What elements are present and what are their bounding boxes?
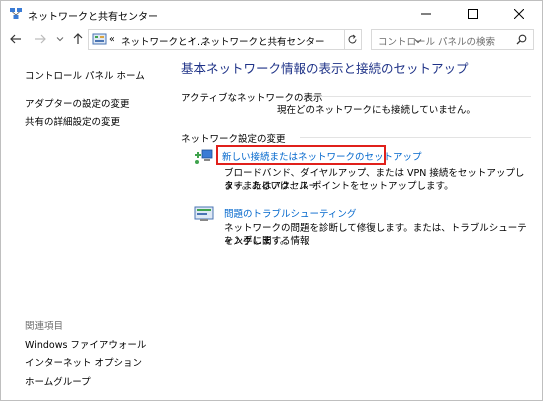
related-items-heading: 関連項目 [25, 321, 64, 332]
network-center-icon [9, 7, 23, 21]
new-connection-link[interactable]: 新しい接続またはネットワークのセットアップ [222, 149, 422, 163]
refresh-icon [348, 34, 357, 44]
section-divider [320, 96, 531, 97]
address-bar[interactable]: « ネットワークとイ... › ネットワークと共有センター [88, 29, 422, 50]
troubleshoot-icon [194, 205, 214, 223]
change-settings-heading: ネットワーク設定の変更 [181, 134, 286, 145]
up-arrow-icon [73, 33, 83, 44]
minimize-button[interactable] [403, 1, 449, 27]
up-button[interactable] [71, 32, 85, 46]
breadcrumb-overflow[interactable]: « [109, 34, 115, 45]
chevron-down-icon [56, 37, 64, 42]
troubleshoot-link[interactable]: 問題のトラブルシューティング [224, 206, 356, 220]
forward-arrow-icon [35, 34, 46, 44]
breadcrumb-network-sharing-center[interactable]: ネットワークと共有センター [201, 34, 325, 48]
page-title: 基本ネットワーク情報の表示と接続のセットアップ [181, 61, 469, 76]
close-button[interactable] [496, 1, 542, 27]
recent-locations-button[interactable] [53, 32, 67, 46]
new-connection-icon [194, 147, 214, 165]
control-panel-home-link[interactable]: コントロール パネル ホーム [25, 68, 145, 82]
network-sharing-center-window: ネットワークと共有センター « ネットワークとイ... › ネットワークと共有セ… [0, 0, 543, 401]
maximize-icon [468, 9, 478, 19]
breadcrumb-separator: › [190, 34, 194, 45]
close-icon [514, 9, 524, 19]
no-network-status: 現在どのネットワークにも接続していません。 [277, 105, 476, 116]
back-button[interactable] [9, 32, 23, 46]
advanced-sharing-settings-link[interactable]: 共有の詳細設定の変更 [25, 114, 120, 128]
troubleshoot-description-line2: を入手します。 [224, 236, 290, 247]
search-icon[interactable] [516, 34, 527, 48]
control-panel-icon [92, 32, 107, 47]
title-bar[interactable]: ネットワークと共有センター [1, 1, 542, 27]
related-homegroup-link[interactable]: ホームグループ [25, 374, 91, 388]
forward-button[interactable] [33, 32, 47, 46]
back-arrow-icon [10, 34, 21, 44]
change-adapter-settings-link[interactable]: アダプターの設定の変更 [25, 96, 130, 110]
section-divider [300, 137, 531, 138]
navigation-bar: « ネットワークとイ... › ネットワークと共有センター コントロール パネル… [1, 27, 542, 53]
search-placeholder: コントロール パネルの検索 [378, 37, 496, 48]
new-connection-description-line2: ターまたはアクセス ポイントをセットアップします。 [224, 181, 454, 192]
search-box[interactable]: コントロール パネルの検索 [371, 29, 534, 50]
related-windows-firewall-link[interactable]: Windows ファイアウォール [25, 337, 146, 351]
related-internet-options-link[interactable]: インターネット オプション [25, 355, 142, 369]
maximize-button[interactable] [450, 1, 496, 27]
minimize-icon [421, 13, 431, 15]
refresh-button[interactable] [344, 29, 362, 50]
left-pane: コントロール パネル ホーム アダプターの設定の変更 共有の詳細設定の変更 関連… [1, 53, 166, 401]
window-title: ネットワークと共有センター [28, 12, 158, 23]
